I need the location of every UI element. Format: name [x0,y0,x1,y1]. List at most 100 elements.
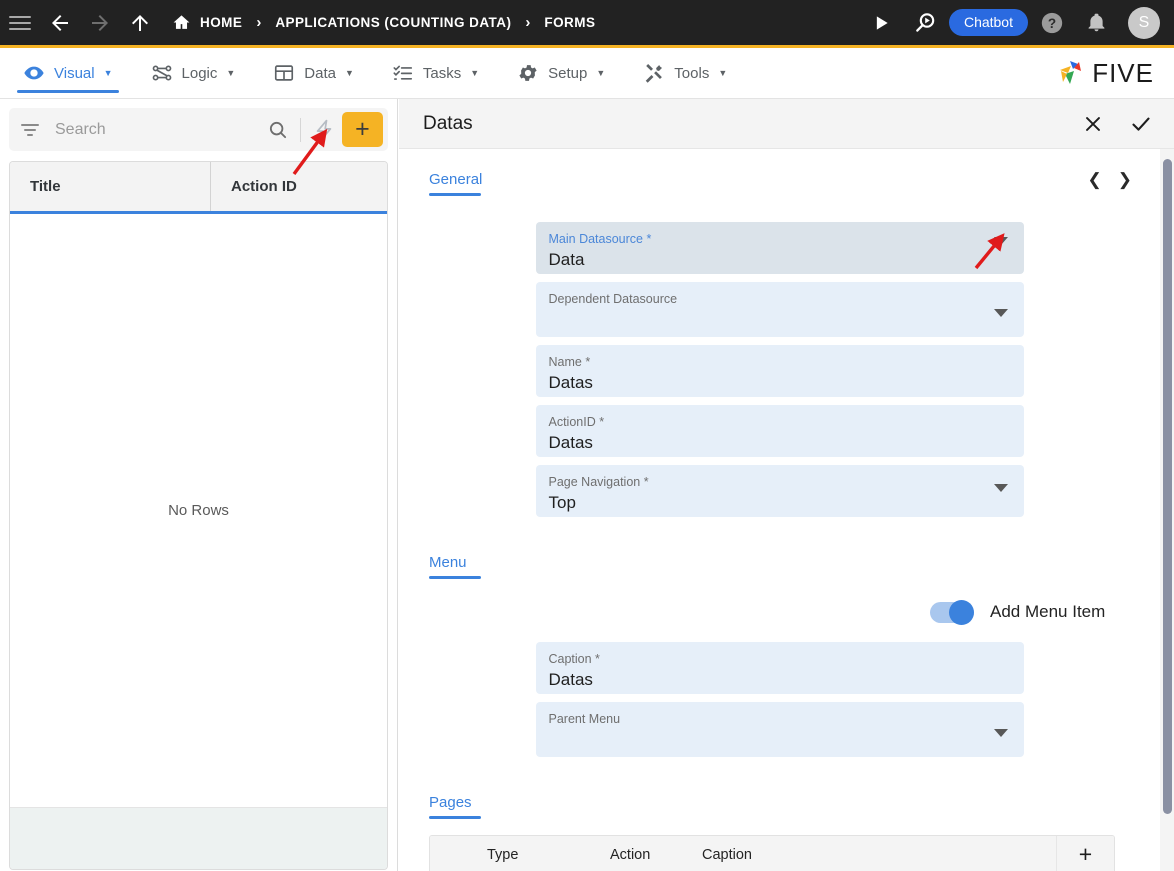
menu-item-data[interactable]: Data ▼ [267,48,360,99]
breadcrumb-item-forms[interactable]: FORMS [544,15,595,30]
chatbot-button[interactable]: Chatbot [949,9,1028,36]
gear-icon [517,62,539,84]
search-input[interactable] [39,121,262,139]
confirm-button[interactable] [1124,107,1158,141]
section-tab-pages[interactable]: Pages [429,794,472,819]
field-dependent-datasource-label: Dependent Datasource [549,291,988,307]
field-parent-menu-label: Parent Menu [549,711,988,727]
play-icon [871,13,891,33]
field-name-label: Name * [549,354,988,370]
breadcrumb-separator-2: › [511,14,544,31]
menu-item-tools-label: Tools [674,65,709,82]
help-button[interactable]: ? [1032,0,1072,47]
back-button[interactable] [40,0,80,47]
grid-column-action-id[interactable]: Action ID [210,162,387,211]
notifications-button[interactable] [1076,0,1116,47]
field-parent-menu[interactable]: Parent Menu [536,702,1024,757]
field-caption-label: Caption * [549,651,988,667]
menu-item-visual[interactable]: Visual ▼ [17,48,119,99]
add-menu-item-toggle[interactable] [930,602,974,623]
menu-item-logic[interactable]: Logic ▼ [145,48,242,99]
section-header-pages: Pages [399,765,1160,819]
arrow-up-icon [128,11,152,35]
forward-button[interactable] [80,0,120,47]
arrow-left-icon [48,11,72,35]
debug-button[interactable] [905,0,945,47]
section-header-menu: Menu [399,525,1160,579]
main-menu-bar: Visual ▼ Logic ▼ Data ▼ Tasks ▼ Setup ▼ [0,48,1174,99]
search-button[interactable] [262,119,294,141]
record-navigation: ❮ ❯ [1088,171,1161,188]
page-navigation-dropdown-arrow[interactable] [994,484,1008,492]
nodes-icon [151,62,173,84]
detail-scrollbar-thumb[interactable] [1163,159,1172,814]
field-dependent-datasource[interactable]: Dependent Datasource [536,282,1024,337]
detail-header: Datas [399,99,1174,149]
field-caption[interactable]: Caption * Datas [536,642,1024,694]
close-icon [1082,113,1104,135]
prev-record-button[interactable]: ❮ [1088,171,1102,188]
field-main-datasource-value: Data [549,248,988,272]
filter-icon[interactable] [21,124,39,136]
close-button[interactable] [1076,107,1110,141]
detail-header-actions [1076,107,1158,141]
chevron-down-icon: ▼ [718,68,727,78]
up-button[interactable] [120,0,160,47]
hamburger-menu-button[interactable] [0,0,40,47]
svg-text:?: ? [1048,15,1056,30]
field-name-value: Datas [549,371,988,395]
avatar[interactable]: S [1128,7,1160,39]
grid-column-title[interactable]: Title [10,162,210,211]
menu-item-setup[interactable]: Setup ▼ [511,48,611,99]
detail-scrollbar[interactable] [1160,149,1174,871]
run-button[interactable] [861,0,901,47]
section-tab-menu[interactable]: Menu [429,554,467,579]
parent-menu-dropdown-arrow[interactable] [994,729,1008,737]
field-main-datasource-label: Main Datasource * [549,231,988,247]
top-bar-actions: Chatbot ? S [861,0,1174,47]
quick-action-button[interactable] [307,118,339,142]
grid-empty-message: No Rows [168,502,229,519]
menu-item-setup-label: Setup [548,65,587,82]
dependent-datasource-dropdown-arrow[interactable] [994,309,1008,317]
breadcrumb: HOME › APPLICATIONS (COUNTING DATA) › FO… [160,13,595,32]
detail-content: General ❮ ❯ Main Datasource * Data Depen… [399,149,1160,871]
menu-item-tasks-label: Tasks [423,65,461,82]
add-menu-item-label: Add Menu Item [990,602,1105,622]
add-menu-item-row: Add Menu Item [399,587,1160,637]
next-record-button[interactable]: ❯ [1118,171,1132,188]
tools-icon [643,62,665,84]
main-datasource-dropdown-arrow[interactable] [994,237,1008,245]
grid-header-row: Title Action ID [10,162,387,214]
field-main-datasource[interactable]: Main Datasource * Data [536,222,1024,274]
pages-add-row-button[interactable]: + [1056,836,1114,871]
detail-scroll-area: General ❮ ❯ Main Datasource * Data Depen… [399,149,1174,871]
hamburger-icon [9,16,31,30]
five-logo-mark [1054,58,1088,88]
chevron-down-icon: ▼ [596,68,605,78]
field-caption-value: Datas [549,668,988,692]
breadcrumb-forms-label: FORMS [544,15,595,30]
breadcrumb-applications-label: APPLICATIONS (COUNTING DATA) [275,15,511,30]
breadcrumb-item-home[interactable]: HOME [172,13,242,32]
search-toolbar: + [9,108,388,151]
chevron-down-icon: ▼ [226,68,235,78]
field-page-navigation[interactable]: Page Navigation * Top [536,465,1024,517]
field-actionid[interactable]: ActionID * Datas [536,405,1024,457]
field-actionid-label: ActionID * [549,414,988,430]
general-fields: Main Datasource * Data Dependent Datasou… [399,222,1160,517]
breadcrumb-home-label: HOME [200,15,242,30]
chevron-down-icon: ▼ [345,68,354,78]
five-logo-text: FIVE [1092,58,1154,89]
top-bar: HOME › APPLICATIONS (COUNTING DATA) › FO… [0,0,1174,48]
search-play-icon [913,11,937,35]
breadcrumb-item-applications[interactable]: APPLICATIONS (COUNTING DATA) [275,15,511,30]
toggle-knob [949,600,974,625]
menu-item-tools[interactable]: Tools ▼ [637,48,733,99]
add-form-button[interactable]: + [342,112,383,147]
field-name[interactable]: Name * Datas [536,345,1024,397]
menu-item-tasks[interactable]: Tasks ▼ [386,48,485,99]
five-logo: FIVE [1054,58,1174,89]
chevron-down-icon: ▼ [104,68,113,78]
section-tab-general[interactable]: General [429,171,482,196]
